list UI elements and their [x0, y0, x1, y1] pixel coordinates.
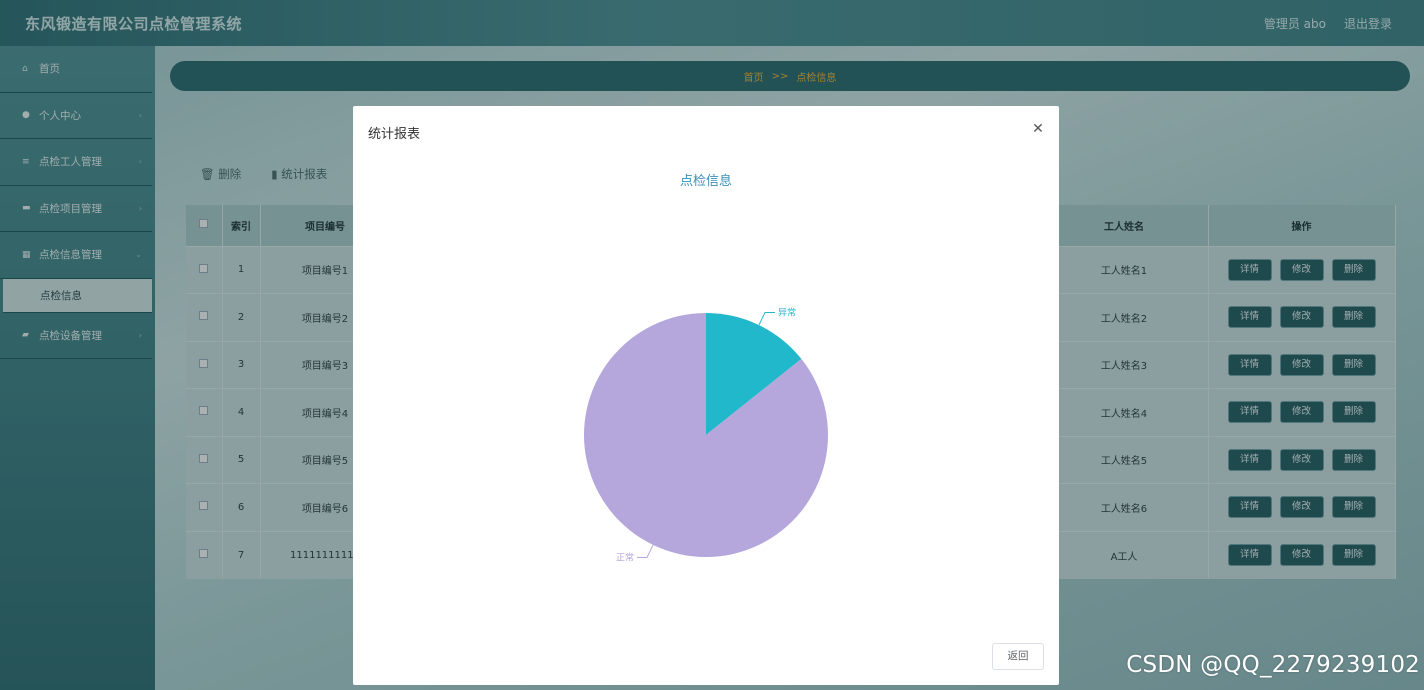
pie-chart: 异常正常 — [583, 306, 828, 564]
pie-label-1: 正常 — [616, 552, 634, 564]
back-button[interactable]: 返回 — [992, 643, 1044, 670]
statistics-report-dialog: 统计报表 ✕ 点检信息 异常正常 返回 — [353, 106, 1059, 685]
chart-title: 点检信息 — [679, 174, 732, 189]
pie-leader-line-1 — [636, 544, 654, 559]
close-icon[interactable]: ✕ — [1029, 120, 1047, 138]
pie-label-0: 异常 — [778, 306, 796, 318]
dialog-title: 统计报表 — [368, 127, 421, 142]
watermark: CSDN @QQ_2279239102 — [1126, 652, 1420, 678]
pie-leader-line-0 — [758, 311, 776, 326]
